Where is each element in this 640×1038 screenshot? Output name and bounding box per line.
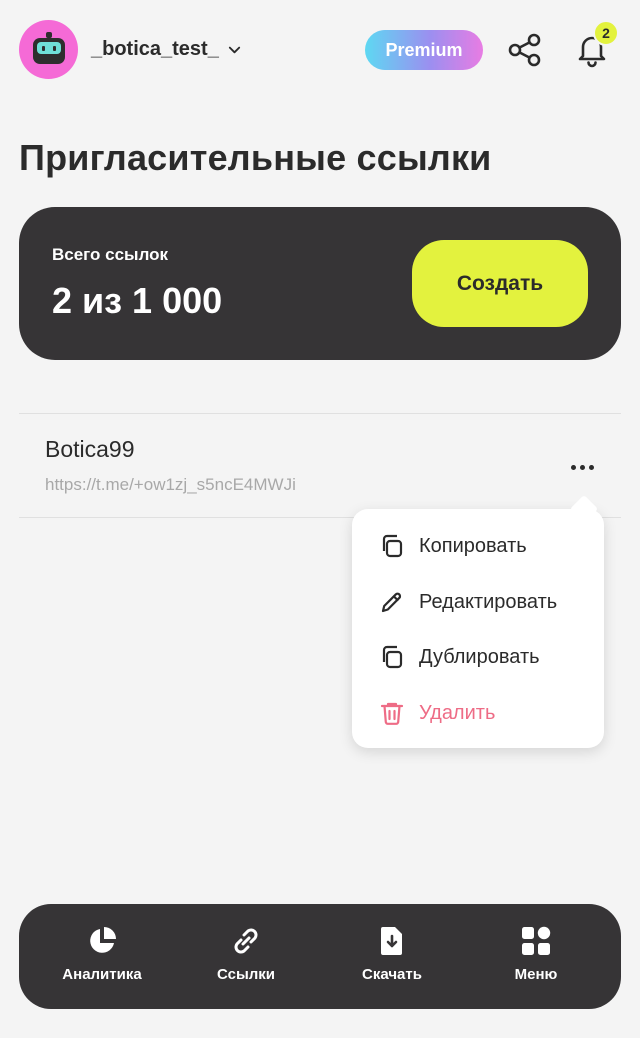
download-file-icon: [381, 927, 402, 955]
tab-menu[interactable]: Меню: [476, 924, 596, 983]
tab-analytics[interactable]: Аналитика: [42, 924, 162, 983]
menu-item-edit[interactable]: Редактировать: [379, 589, 557, 615]
menu-item-copy[interactable]: Копировать: [379, 533, 527, 559]
menu-item-delete[interactable]: Удалить: [379, 700, 495, 726]
link-name: Botica99: [45, 436, 135, 462]
tab-download[interactable]: Скачать: [332, 924, 452, 983]
notification-count: 2: [602, 25, 610, 41]
duplicate-icon: [382, 645, 403, 669]
premium-button[interactable]: Premium: [365, 30, 483, 70]
link-url: https://t.me/+ow1zj_s5ncE4MWJi: [45, 475, 296, 494]
menu-item-label: Удалить: [419, 701, 496, 724]
grid-menu-icon: [522, 926, 551, 955]
trash-icon: [380, 702, 404, 725]
copy-icon: [382, 534, 403, 558]
account-switcher[interactable]: _botica_test_: [91, 38, 242, 61]
premium-label: Premium: [385, 39, 463, 60]
menu-item-label: Редактировать: [419, 590, 558, 613]
create-link-button[interactable]: Создать: [412, 240, 588, 327]
page-title: Пригласительные ссылки: [19, 137, 492, 178]
robot-avatar-icon: [32, 31, 65, 64]
menu-item-duplicate[interactable]: Дублировать: [379, 644, 540, 670]
link-icon: [234, 928, 258, 954]
tab-label: Аналитика: [62, 966, 142, 983]
share-icon[interactable]: [506, 31, 544, 69]
chevron-down-icon: [228, 46, 240, 54]
total-links-value: 2 из 1 000: [52, 280, 223, 321]
dot: [588, 464, 594, 470]
bottom-tab-bar: Аналитика Ссылки Скачать Меню: [19, 904, 621, 1009]
header: _botica_test_ Premium 2: [0, 0, 640, 100]
divider: [19, 413, 621, 414]
more-options-button[interactable]: [562, 455, 602, 479]
dot: [570, 464, 576, 470]
menu-item-label: Копировать: [419, 534, 527, 557]
links-summary-card: Всего ссылок 2 из 1 000 Создать: [19, 207, 621, 360]
pie-chart-icon: [90, 927, 116, 953]
notification-badge: 2: [593, 20, 619, 46]
avatar[interactable]: [19, 20, 78, 79]
dot: [579, 464, 585, 470]
tab-label: Ссылки: [216, 966, 276, 983]
tab-label: Меню: [514, 966, 558, 983]
menu-item-label: Дублировать: [419, 645, 540, 668]
tab-links[interactable]: Ссылки: [186, 924, 306, 983]
username-label: _botica_test_: [91, 38, 219, 60]
pencil-icon: [381, 592, 402, 613]
context-menu-items: Копировать Редактировать Дублировать Уда…: [352, 509, 604, 748]
tab-label: Скачать: [362, 966, 422, 983]
total-links-label: Всего ссылок: [52, 245, 169, 264]
